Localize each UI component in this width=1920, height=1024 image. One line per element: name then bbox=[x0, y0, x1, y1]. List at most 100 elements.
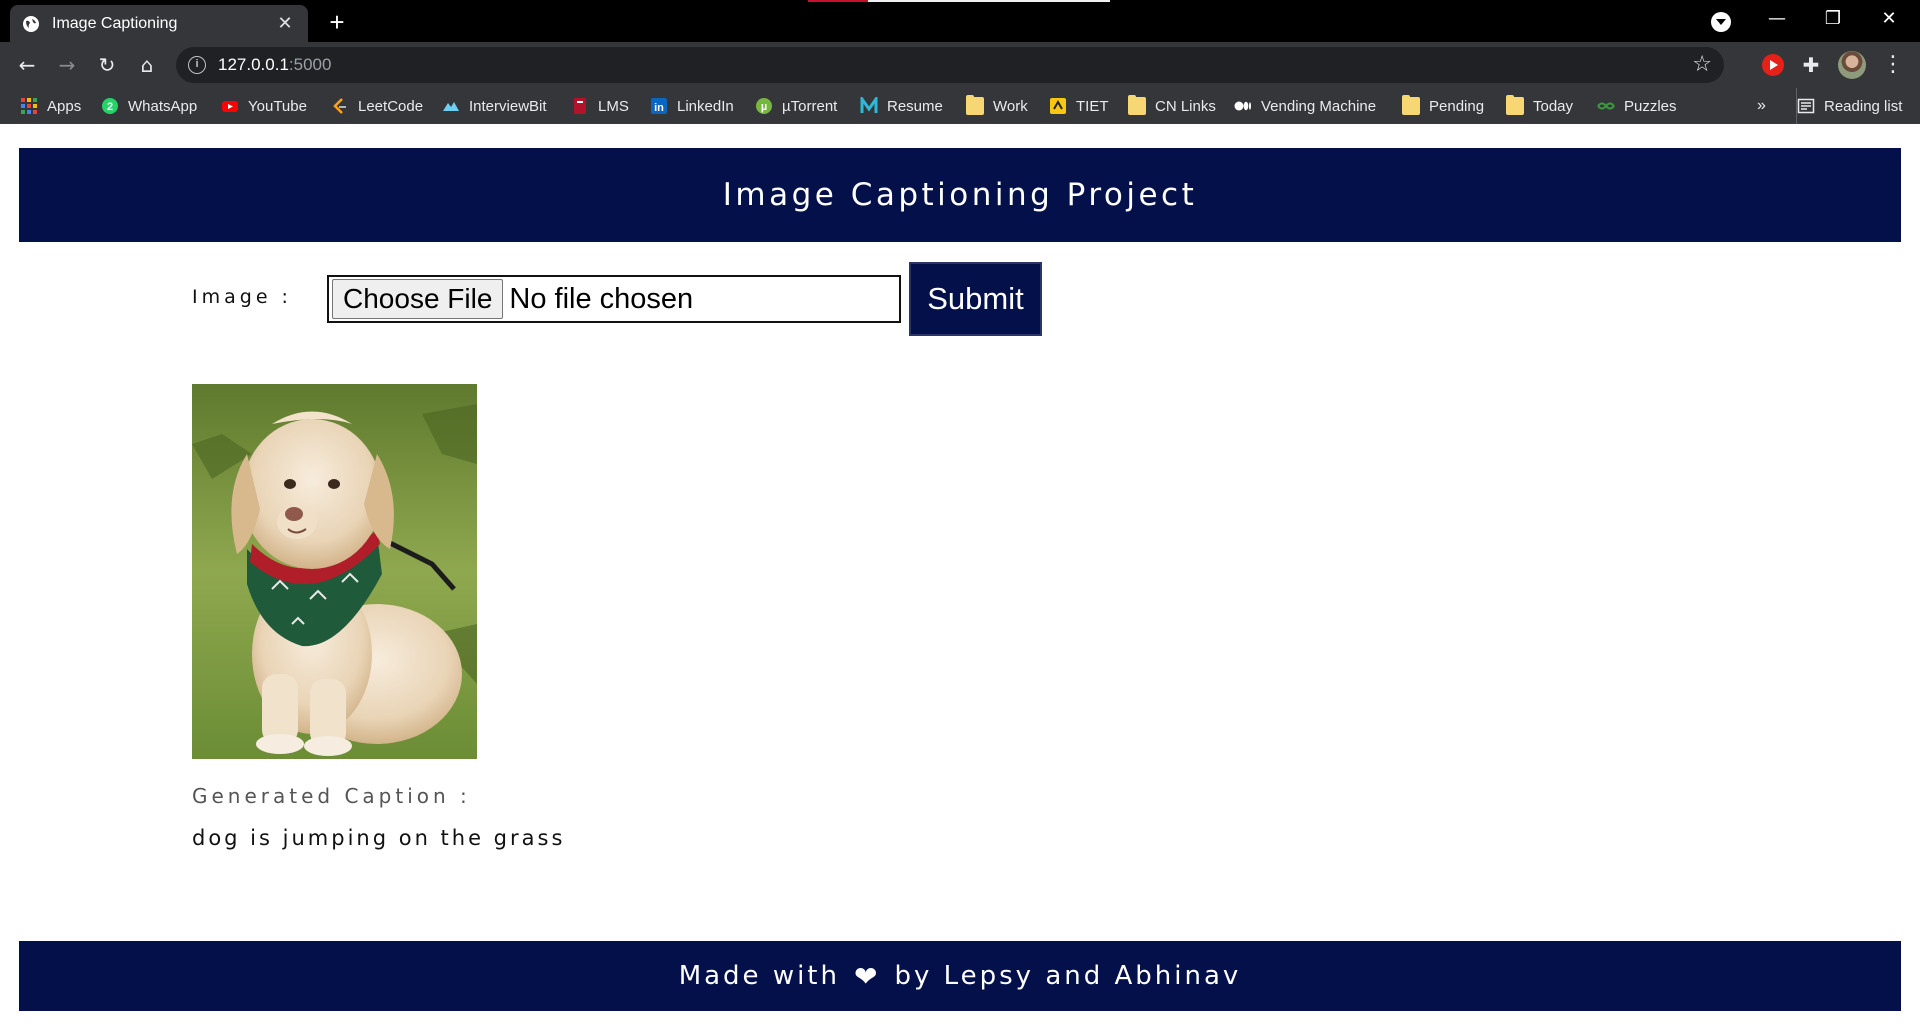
media-progress-played bbox=[808, 0, 868, 2]
browser-menu-icon[interactable]: ⋮ bbox=[1882, 50, 1904, 80]
file-status-text: No file chosen bbox=[509, 282, 694, 315]
footer-text-before: Made with bbox=[678, 961, 840, 991]
bookmark-label: LMS bbox=[598, 97, 629, 115]
medium-icon bbox=[1234, 101, 1251, 111]
bookmark-folder-cn-links[interactable]: CN Links bbox=[1128, 88, 1216, 124]
youtube-extension-icon[interactable] bbox=[1762, 54, 1784, 76]
bookmark-resume[interactable]: Resume bbox=[860, 88, 943, 124]
profile-avatar[interactable] bbox=[1838, 51, 1866, 79]
choose-file-button[interactable]: Choose File bbox=[332, 279, 504, 319]
apps-grid-icon bbox=[21, 98, 37, 114]
bookmark-label: LinkedIn bbox=[677, 97, 734, 115]
upload-form: Image : Choose File No file chosen Submi… bbox=[192, 262, 1092, 336]
tiet-icon bbox=[1050, 98, 1066, 114]
bookmark-label: InterviewBit bbox=[469, 97, 547, 115]
resume-icon bbox=[860, 97, 878, 113]
url-host: 127.0.0.1 bbox=[218, 55, 289, 74]
bookmark-puzzles[interactable]: Puzzles bbox=[1597, 88, 1677, 124]
generated-caption: dog is jumping on the grass bbox=[192, 826, 566, 850]
folder-icon bbox=[966, 95, 984, 115]
close-window-icon[interactable]: ✕ bbox=[1866, 4, 1912, 34]
url-port: :5000 bbox=[288, 55, 332, 74]
forward-arrow-icon[interactable]: → bbox=[52, 50, 82, 80]
browser-tabstrip: Image Captioning ✕ + — ❐ ✕ bbox=[0, 0, 1920, 42]
bookmark-folder-pending[interactable]: Pending bbox=[1402, 88, 1484, 124]
folder-icon bbox=[1128, 95, 1146, 115]
folder-icon bbox=[1506, 95, 1524, 115]
whatsapp-icon: 2 bbox=[102, 98, 118, 114]
bookmark-label: Vending Machine bbox=[1261, 97, 1377, 115]
bookmark-vending-machine[interactable]: Vending Machine bbox=[1234, 88, 1376, 124]
browser-tab-active[interactable]: Image Captioning ✕ bbox=[10, 5, 308, 42]
bookmark-label: LeetCode bbox=[358, 97, 424, 115]
bookmark-youtube[interactable]: YouTube bbox=[221, 88, 307, 124]
tab-title: Image Captioning bbox=[52, 14, 178, 32]
bookmark-label: YouTube bbox=[248, 97, 307, 115]
uploaded-dog-photo bbox=[192, 384, 477, 759]
utorrent-icon: µ bbox=[756, 98, 772, 114]
back-arrow-icon[interactable]: ← bbox=[12, 50, 42, 80]
bookmark-leetcode[interactable]: LeetCode bbox=[331, 88, 423, 124]
new-tab-button[interactable]: + bbox=[322, 7, 352, 37]
interviewbit-icon bbox=[443, 102, 459, 111]
globe-icon bbox=[23, 15, 39, 32]
url-text: 127.0.0.1:5000 bbox=[218, 47, 331, 83]
footer-text-after: by Lepsy and Abhinav bbox=[894, 961, 1242, 991]
home-icon[interactable]: ⌂ bbox=[132, 50, 162, 80]
bookmark-tiet[interactable]: TIET bbox=[1049, 88, 1109, 124]
bookmark-label: µTorrent bbox=[782, 97, 838, 115]
bookmarks-overflow-button[interactable]: » bbox=[1757, 88, 1766, 124]
bookmark-label: Work bbox=[993, 97, 1028, 115]
bookmark-star-icon[interactable]: ☆ bbox=[1692, 52, 1712, 78]
page-footer: Made with ❤ by Lepsy and Abhinav bbox=[19, 941, 1901, 1011]
bookmarks-bar: Apps 2 WhatsApp YouTube LeetCode Intervi… bbox=[0, 88, 1920, 124]
linkedin-icon: in bbox=[651, 98, 667, 114]
dog-illustration bbox=[192, 384, 477, 759]
bookmark-apps[interactable]: Apps bbox=[20, 88, 81, 124]
bookmark-label: Apps bbox=[47, 97, 82, 115]
bookmark-label: Resume bbox=[887, 97, 943, 115]
bookmark-utorrent[interactable]: µ µTorrent bbox=[755, 88, 837, 124]
svg-text:in: in bbox=[654, 102, 664, 114]
bookmark-label: Pending bbox=[1429, 97, 1485, 115]
bookmark-label: WhatsApp bbox=[128, 97, 198, 115]
minimize-icon[interactable]: — bbox=[1754, 4, 1800, 34]
lms-icon bbox=[574, 98, 586, 114]
svg-text:µ: µ bbox=[761, 101, 767, 113]
image-label: Image : bbox=[192, 286, 292, 308]
reading-list-button[interactable]: Reading list bbox=[1796, 88, 1902, 124]
bookmark-whatsapp[interactable]: 2 WhatsApp bbox=[101, 88, 197, 124]
media-progress-remaining bbox=[868, 0, 1110, 2]
reload-icon[interactable]: ↻ bbox=[92, 50, 122, 80]
bookmark-label: Today bbox=[1533, 97, 1574, 115]
close-tab-icon[interactable]: ✕ bbox=[274, 13, 296, 35]
reading-list-icon bbox=[1797, 98, 1815, 114]
submit-button[interactable]: Submit bbox=[909, 262, 1042, 336]
bookmark-folder-today[interactable]: Today bbox=[1506, 88, 1573, 124]
svg-text:2: 2 bbox=[107, 101, 113, 113]
bookmark-linkedin[interactable]: in LinkedIn bbox=[650, 88, 734, 124]
bookmark-folder-work[interactable]: Work bbox=[966, 88, 1028, 124]
puzzles-icon bbox=[1597, 102, 1615, 110]
reading-list-label: Reading list bbox=[1824, 97, 1903, 115]
bookmark-label: CN Links bbox=[1155, 97, 1216, 115]
browser-toolbar: ← → ↻ ⌂ i 127.0.0.1:5000 ☆ ✚ ⋮ bbox=[0, 42, 1920, 88]
address-bar[interactable]: i 127.0.0.1:5000 ☆ bbox=[176, 47, 1724, 83]
extensions-puzzle-icon[interactable]: ✚ bbox=[1800, 54, 1822, 76]
media-control-icon[interactable] bbox=[1711, 12, 1731, 32]
youtube-icon bbox=[222, 101, 238, 112]
site-info-icon[interactable]: i bbox=[188, 56, 206, 74]
page-viewport: Image Captioning Project Image : Choose … bbox=[0, 124, 1920, 1024]
bookmark-interviewbit[interactable]: InterviewBit bbox=[442, 88, 547, 124]
leetcode-icon bbox=[333, 98, 346, 114]
bookmark-label: TIET bbox=[1076, 97, 1109, 115]
bookmark-label: Puzzles bbox=[1624, 97, 1677, 115]
folder-icon bbox=[1402, 95, 1420, 115]
heart-icon: ❤ bbox=[853, 959, 881, 993]
file-input[interactable]: Choose File No file chosen bbox=[327, 275, 901, 323]
caption-label: Generated Caption : bbox=[192, 784, 471, 808]
page-title: Image Captioning Project bbox=[722, 177, 1198, 213]
restore-icon[interactable]: ❐ bbox=[1810, 4, 1856, 34]
page-header: Image Captioning Project bbox=[19, 148, 1901, 242]
bookmark-lms[interactable]: LMS bbox=[571, 88, 629, 124]
